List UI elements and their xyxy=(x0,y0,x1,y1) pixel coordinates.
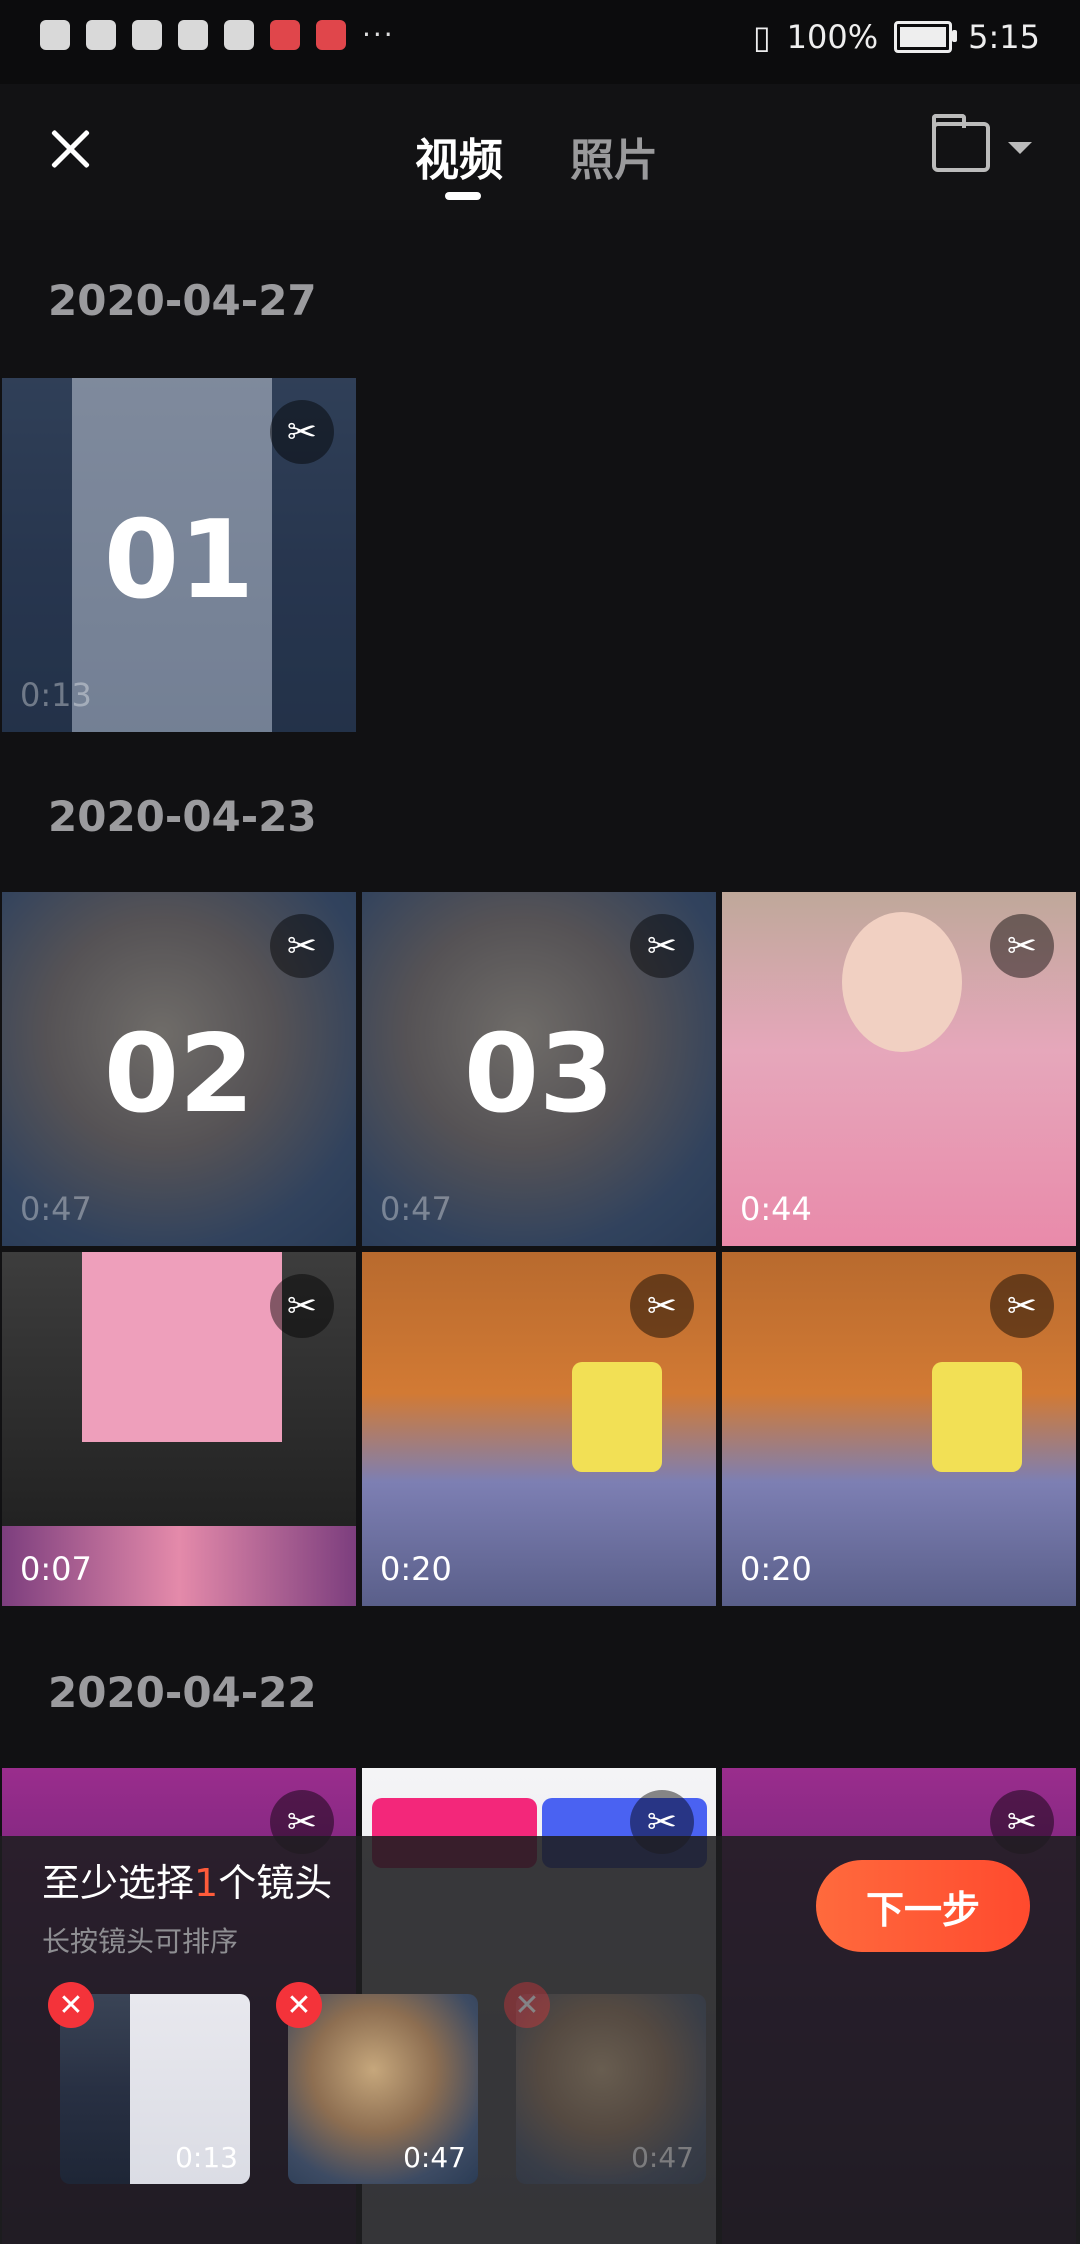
video-thumb[interactable]: 03 ✂ 0:47 xyxy=(362,892,716,1246)
scissors-icon[interactable]: ✂ xyxy=(990,914,1054,978)
tab-photo[interactable]: 照片 xyxy=(570,124,658,188)
close-icon[interactable] xyxy=(40,118,100,178)
selection-min-count: 1 xyxy=(194,1861,219,1905)
remove-icon[interactable]: ✕ xyxy=(504,1982,550,2028)
more-notifications-icon: ··· xyxy=(362,18,395,51)
video-thumb[interactable]: ✂ 0:20 xyxy=(362,1252,716,1606)
active-tab-indicator xyxy=(445,192,481,200)
video-duration: 0:20 xyxy=(380,1550,452,1588)
selection-hint: 至少选择1个镜头 xyxy=(42,1861,333,1905)
wifi-icon xyxy=(86,19,116,50)
selected-clip[interactable]: 0:13 xyxy=(60,1994,250,2184)
taxi-icon xyxy=(132,19,162,50)
battery-percent: 100% xyxy=(786,18,879,56)
remove-icon[interactable]: ✕ xyxy=(276,1982,322,2028)
selected-clip[interactable]: 0:47 xyxy=(516,1994,706,2184)
video-thumb[interactable]: ✂ 0:44 xyxy=(722,892,1076,1246)
scissors-icon[interactable]: ✂ xyxy=(630,1274,694,1338)
status-bar: ··· ▯ 100% 5:15 xyxy=(0,0,1080,84)
tab-video[interactable]: 视频 xyxy=(415,124,503,188)
status-icons-right: ▯ 100% 5:15 xyxy=(753,18,1040,56)
top-bar: 视频 照片 xyxy=(0,84,1080,220)
video-thumb[interactable]: 01 ✂ 0:13 xyxy=(2,378,356,732)
shopping-icon xyxy=(270,19,300,50)
video-thumb[interactable]: ✂ 0:07 xyxy=(2,1252,356,1606)
clip-duration: 0:13 xyxy=(175,2141,238,2174)
clip-duration: 0:47 xyxy=(403,2141,466,2174)
video-thumb[interactable]: ✂ 0:20 xyxy=(722,1252,1076,1606)
scissors-icon[interactable]: ✂ xyxy=(270,914,334,978)
section-date: 2020-04-27 xyxy=(48,276,317,325)
clock: 5:15 xyxy=(968,18,1040,56)
section-date: 2020-04-22 xyxy=(48,1668,317,1717)
selection-number: 01 xyxy=(103,498,255,623)
video-duration: 0:47 xyxy=(20,1190,92,1228)
alert-icon xyxy=(40,19,70,50)
sort-hint: 长按镜头可排序 xyxy=(42,1925,239,1958)
selection-number: 03 xyxy=(463,1012,615,1137)
next-button[interactable]: 下一步 xyxy=(816,1860,1030,1952)
video-duration: 0:20 xyxy=(740,1550,812,1588)
usb-icon xyxy=(178,19,208,50)
tiktok-icon xyxy=(224,19,254,50)
selection-number: 02 xyxy=(103,1012,255,1137)
remove-icon[interactable]: ✕ xyxy=(48,1982,94,2028)
book-icon xyxy=(316,19,346,50)
vibrate-icon: ▯ xyxy=(753,18,771,56)
video-duration: 0:13 xyxy=(20,676,92,714)
scissors-icon[interactable]: ✂ xyxy=(270,1274,334,1338)
battery-icon xyxy=(894,21,958,53)
video-duration: 0:44 xyxy=(740,1190,812,1228)
folder-icon[interactable] xyxy=(932,114,990,172)
scissors-icon[interactable]: ✂ xyxy=(270,400,334,464)
chevron-down-icon[interactable] xyxy=(1008,142,1032,154)
section-date: 2020-04-23 xyxy=(48,792,317,841)
status-icons-left: ··· xyxy=(40,18,395,51)
video-duration: 0:47 xyxy=(380,1190,452,1228)
clip-duration: 0:47 xyxy=(631,2141,694,2174)
video-thumb[interactable]: 02 ✂ 0:47 xyxy=(2,892,356,1246)
scissors-icon[interactable]: ✂ xyxy=(990,1274,1054,1338)
selected-clip[interactable]: 0:47 xyxy=(288,1994,478,2184)
scissors-icon[interactable]: ✂ xyxy=(630,914,694,978)
video-duration: 0:07 xyxy=(20,1550,92,1588)
